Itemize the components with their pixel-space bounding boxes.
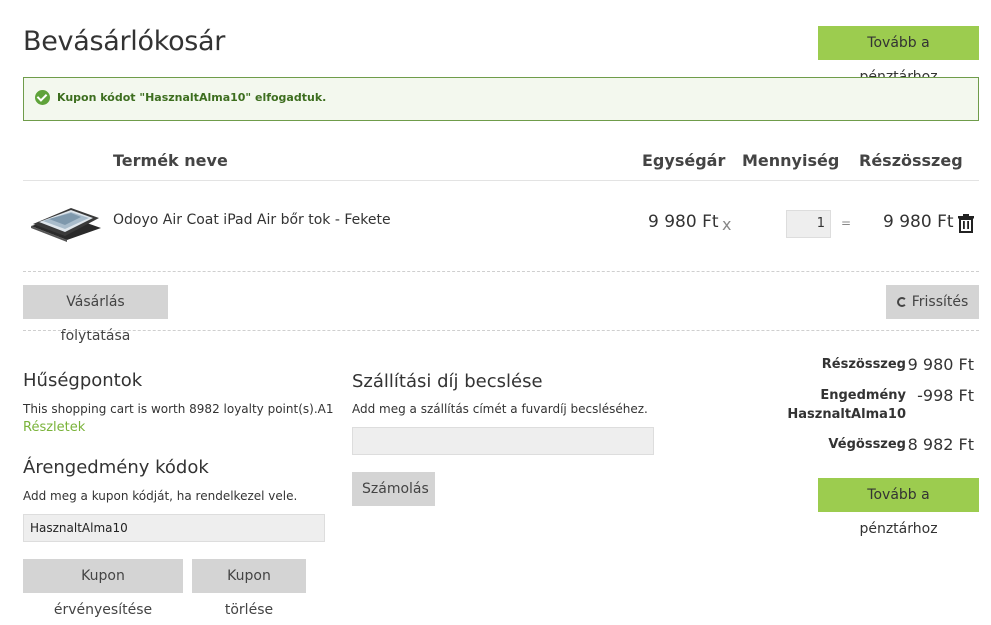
loyalty-title: Hűségpontok [23,370,143,391]
summary-total-value: 8 982 Ft [907,435,974,454]
coupon-text: Add meg a kupon kódját, ha rendelkezel v… [23,489,298,503]
summary-subtotal-label: Részösszeg [821,357,906,372]
coupon-success-alert: Kupon kódot "HasznaltAlma10" elfogadtuk. [23,77,979,121]
column-header-quantity: Mennyiség [742,151,840,170]
continue-shopping-button[interactable]: Vásárlás folytatása [23,285,168,344]
section-divider [23,330,979,331]
summary-discount-label: Engedmény [820,388,906,403]
row-divider [23,271,979,272]
loyalty-details-link[interactable]: Részletek [23,420,85,435]
unit-price: 9 980 Ft [648,212,719,232]
shipping-title: Szállítási díj becslése [352,371,543,392]
trash-icon[interactable] [957,213,975,233]
equals-sign: = [841,216,852,230]
column-header-unit-price: Egységár [642,151,726,170]
refresh-icon [896,297,907,307]
refresh-button[interactable]: Frissítés [886,285,979,319]
refresh-label: Frissítés [911,294,969,310]
product-name[interactable]: Odoyo Air Coat iPad Air bőr tok - Fekete [113,212,391,228]
column-header-name: Termék neve [113,151,228,170]
summary-subtotal-value: 9 980 Ft [907,355,974,374]
coupon-code-input[interactable]: HasznaltAlma10 [23,514,325,542]
coupon-title: Árengedmény kódok [23,457,209,478]
page-title: Bevásárlókosár [23,26,226,57]
multiply-sign: x [722,215,732,234]
row-subtotal: 9 980 Ft [883,212,954,232]
apply-coupon-button[interactable]: Kupon érvényesítése [23,559,183,618]
loyalty-text: This shopping cart is worth 8982 loyalty… [23,402,334,416]
shipping-text: Add meg a szállítás címét a fuvardíj bec… [352,402,648,416]
quantity-input[interactable]: 1 [786,210,831,238]
summary-total-label: Végösszeg [828,437,906,452]
summary-discount-code: HasznaltAlma10 [787,407,906,422]
ipad-case-thumbnail[interactable] [27,204,103,244]
remove-coupon-button[interactable]: Kupon törlése [192,559,306,618]
check-circle-icon [35,90,50,105]
checkout-button-bottom[interactable]: Tovább a pénztárhoz [818,478,979,537]
checkout-button-top[interactable]: Tovább a pénztárhoz [818,26,979,85]
shipping-address-input[interactable] [352,427,654,455]
alert-message: Kupon kódot "HasznaltAlma10" elfogadtuk. [57,91,327,104]
calculate-shipping-button[interactable]: Számolás [352,472,435,506]
column-header-subtotal: Részösszeg [859,151,963,170]
table-divider [23,180,979,181]
summary-discount-value: -998 Ft [917,386,974,405]
